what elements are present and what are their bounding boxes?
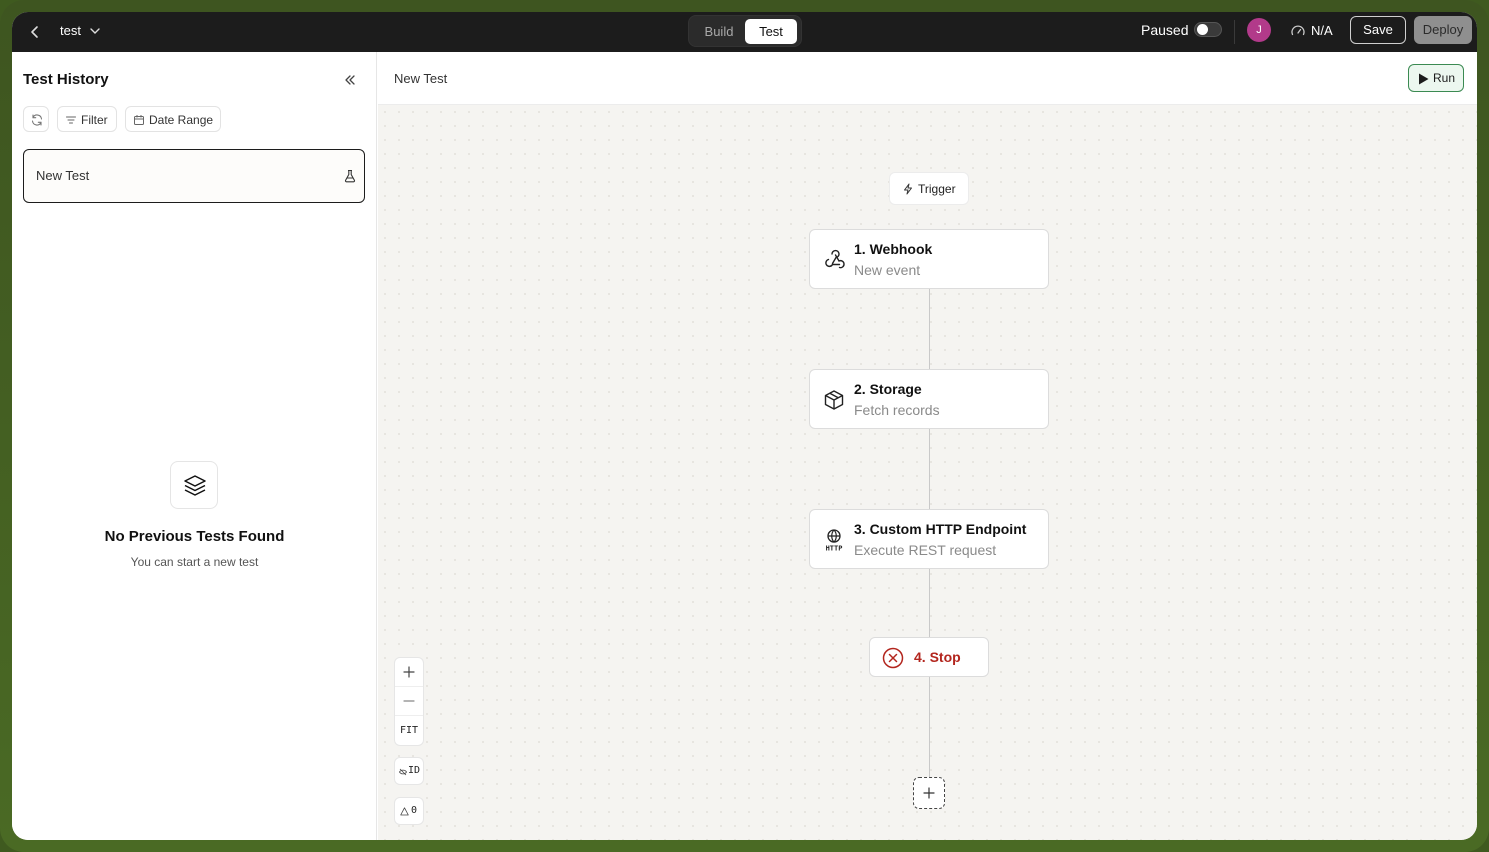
node-subtitle: Fetch records: [854, 402, 940, 418]
connector-line: [929, 677, 930, 777]
gauge-icon: [1291, 25, 1305, 36]
mode-build-tab[interactable]: Build: [695, 20, 743, 44]
status-value: N/A: [1311, 23, 1333, 38]
minus-icon: [403, 700, 415, 702]
calendar-icon: [134, 115, 144, 125]
flow-canvas[interactable]: Trigger 1. Webhook New event 2. Storage …: [378, 105, 1477, 840]
warning-icon: [400, 807, 409, 816]
refresh-button[interactable]: [23, 106, 49, 132]
box-icon: [824, 390, 844, 410]
flow-node-stop[interactable]: 4. Stop: [869, 637, 989, 677]
save-button[interactable]: Save: [1350, 16, 1406, 44]
page-title: New Test: [394, 71, 448, 86]
run-button[interactable]: Run: [1408, 64, 1464, 92]
mode-toggle: Build Test: [688, 15, 802, 47]
current-test-card[interactable]: New Test: [23, 149, 365, 203]
id-label: ID: [408, 765, 421, 776]
play-icon: [1419, 73, 1429, 85]
plus-icon: [403, 666, 415, 678]
avatar[interactable]: J: [1247, 18, 1271, 42]
http-globe-icon: HTTP: [826, 529, 843, 553]
x-circle-icon: [882, 647, 904, 669]
app-window: test Build Test Paused J N/A Save Deploy…: [12, 12, 1477, 840]
paused-toggle[interactable]: [1194, 22, 1222, 37]
flow-node-http[interactable]: HTTP 3. Custom HTTP Endpoint Execute RES…: [809, 509, 1049, 569]
zoom-in-button[interactable]: [395, 658, 423, 687]
filter-icon: [65, 116, 77, 124]
flow-node-storage[interactable]: 2. Storage Fetch records: [809, 369, 1049, 429]
collapse-sidebar-icon[interactable]: [342, 72, 358, 88]
mode-test-tab[interactable]: Test: [745, 19, 797, 44]
warning-count: 0: [411, 805, 418, 816]
date-range-label: Date Range: [149, 113, 214, 127]
main-header: New Test Run: [378, 52, 1477, 105]
node-title: 2. Storage: [854, 381, 922, 397]
filter-label: Filter: [81, 113, 108, 127]
stop-label: 4. Stop: [914, 649, 961, 665]
divider: [1234, 20, 1235, 44]
toggle-id-button[interactable]: ID: [394, 757, 424, 785]
refresh-icon: [31, 114, 43, 126]
workflow-name[interactable]: test: [60, 23, 81, 38]
node-title: 1. Webhook: [854, 241, 933, 257]
empty-state-subtitle: You can start a new test: [130, 555, 259, 569]
trigger-label: Trigger: [918, 182, 956, 196]
empty-state-title: No Previous Tests Found: [104, 528, 285, 545]
deploy-button[interactable]: Deploy: [1414, 16, 1472, 44]
flask-icon: [344, 169, 356, 183]
add-step-button[interactable]: [913, 777, 945, 809]
toggle-knob: [1197, 24, 1208, 35]
top-bar: test Build Test Paused J N/A Save Deploy: [12, 12, 1477, 52]
webhook-icon: [825, 249, 845, 269]
lightning-icon: [904, 183, 912, 195]
filter-button[interactable]: Filter: [57, 106, 117, 132]
node-subtitle: Execute REST request: [854, 542, 997, 558]
back-arrow-icon[interactable]: [26, 23, 44, 41]
date-range-button[interactable]: Date Range: [125, 106, 221, 132]
test-history-sidebar: Test History Filter Date Range New Test: [12, 52, 377, 840]
node-title: 3. Custom HTTP Endpoint: [854, 521, 1027, 537]
paused-label: Paused: [1141, 22, 1189, 38]
trigger-label-pill[interactable]: Trigger: [889, 172, 969, 205]
eye-off-icon: [399, 768, 407, 776]
plus-icon: [923, 787, 935, 799]
empty-state-icon-box: [170, 461, 218, 509]
connector-line: [929, 428, 930, 509]
chevron-down-icon[interactable]: [88, 24, 102, 38]
svg-text:HTTP: HTTP: [826, 545, 843, 553]
zoom-out-button[interactable]: [395, 687, 423, 716]
zoom-controls: FIT: [394, 657, 424, 746]
connector-line: [929, 288, 930, 369]
layers-icon: [184, 475, 206, 496]
flow-node-webhook[interactable]: 1. Webhook New event: [809, 229, 1049, 289]
zoom-fit-button[interactable]: FIT: [395, 716, 423, 745]
run-label: Run: [1433, 71, 1456, 85]
test-name: New Test: [36, 168, 90, 183]
sidebar-title: Test History: [23, 71, 109, 88]
warnings-button[interactable]: 0: [394, 797, 424, 825]
node-subtitle: New event: [854, 262, 921, 278]
connector-line: [929, 568, 930, 637]
